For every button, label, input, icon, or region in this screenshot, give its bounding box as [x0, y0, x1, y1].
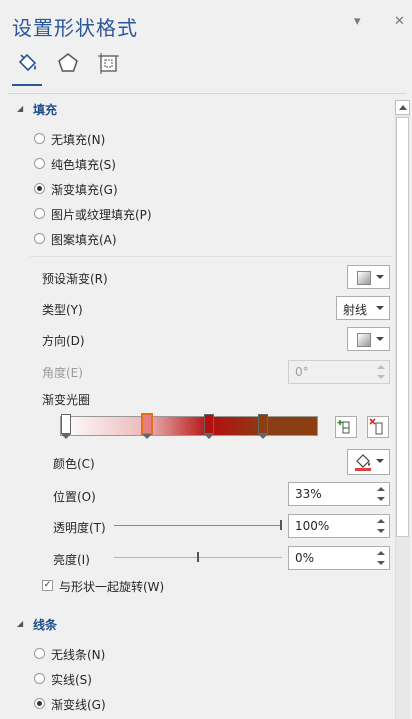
gradient-stop[interactable] [203, 414, 214, 434]
brightness-label: 亮度(I) [53, 553, 90, 567]
line-section-header[interactable]: 线条 [33, 616, 57, 633]
add-stop-icon [337, 420, 350, 434]
checkmark-icon: ✓ [43, 580, 52, 590]
transparency-value: 100% [295, 519, 330, 533]
color-label: 颜色(C) [53, 457, 95, 471]
close-icon[interactable]: ✕ [394, 14, 405, 29]
remove-gradient-stop-button[interactable] [367, 416, 389, 438]
pane-options-icon[interactable]: ▾ [354, 14, 361, 29]
angle-label: 角度(E) [42, 366, 83, 380]
no-fill-label[interactable]: 无填充(N) [51, 131, 105, 148]
header-divider [8, 93, 406, 94]
gradient-fill-label[interactable]: 渐变填充(G) [51, 181, 118, 198]
solid-line-radio[interactable] [34, 673, 45, 684]
options-divider [30, 256, 392, 257]
solid-fill-radio[interactable] [34, 158, 45, 169]
color-picker-button[interactable] [347, 449, 390, 475]
gradient-line-radio[interactable] [34, 698, 45, 709]
gradient-stop-pointer [203, 434, 214, 439]
gradient-fill-radio[interactable] [34, 183, 45, 194]
angle-value: 0° [295, 365, 309, 379]
picture-fill-radio[interactable] [34, 208, 45, 219]
type-label: 类型(Y) [42, 303, 83, 317]
spin-down-icon[interactable] [377, 497, 385, 501]
gradient-stop-pointer [257, 434, 268, 439]
angle-spinner: 0° [288, 360, 390, 384]
preset-gradient-label: 预设渐变(R) [42, 272, 108, 286]
gradient-line-label[interactable]: 渐变线(G) [51, 696, 106, 713]
collapse-triangle-icon[interactable]: ◢ [17, 104, 23, 113]
brightness-value: 0% [295, 551, 315, 565]
brightness-slider-thumb[interactable] [197, 552, 199, 562]
pane-title: 设置形状格式 [12, 16, 138, 40]
gradient-stop[interactable] [142, 414, 153, 434]
gradient-stop[interactable] [257, 414, 268, 434]
collapse-triangle-icon[interactable]: ◢ [17, 619, 23, 628]
spin-down-icon[interactable] [377, 561, 385, 565]
position-label: 位置(O) [53, 490, 96, 504]
no-line-label[interactable]: 无线条(N) [51, 646, 105, 663]
solid-fill-label[interactable]: 纯色填充(S) [51, 156, 116, 173]
spin-up-icon [377, 365, 385, 369]
transparency-slider-track[interactable] [114, 525, 282, 526]
no-fill-radio[interactable] [34, 133, 45, 144]
type-value: 射线 [343, 303, 368, 317]
spin-down-icon [377, 375, 385, 379]
picture-fill-label[interactable]: 图片或纹理填充(P) [51, 206, 152, 223]
spin-up-icon[interactable] [377, 551, 385, 555]
type-dropdown[interactable]: 射线 [336, 296, 390, 320]
rotate-with-shape-checkbox[interactable]: ✓ [42, 580, 53, 591]
spin-down-icon[interactable] [377, 529, 385, 533]
transparency-spinner[interactable]: 100% [288, 514, 390, 538]
scrollbar-thumb[interactable] [396, 117, 409, 537]
chevron-down-icon [376, 275, 384, 279]
spin-up-icon[interactable] [377, 487, 385, 491]
position-spinner[interactable]: 33% [288, 482, 390, 506]
transparency-label: 透明度(T) [53, 521, 106, 535]
chevron-down-icon [376, 459, 384, 463]
preset-gradient-dropdown[interactable] [347, 265, 390, 289]
gradient-stop-pointer [142, 434, 153, 439]
gradient-bar[interactable] [60, 416, 318, 436]
direction-label: 方向(D) [42, 334, 85, 348]
chevron-down-icon [376, 306, 384, 310]
gradient-stops-label: 渐变光圈 [42, 393, 91, 407]
solid-line-label[interactable]: 实线(S) [51, 671, 92, 688]
pentagon-icon[interactable] [55, 50, 81, 76]
layout-properties-icon[interactable] [95, 50, 121, 76]
rotate-with-shape-label[interactable]: 与形状一起旋转(W) [59, 578, 164, 595]
pattern-fill-radio[interactable] [34, 233, 45, 244]
pattern-fill-label[interactable]: 图案填充(A) [51, 231, 117, 248]
gradient-stop-pointer [61, 434, 71, 439]
active-tab-indicator [12, 84, 42, 86]
remove-stop-icon [369, 418, 383, 435]
scroll-up-button[interactable] [395, 100, 410, 115]
direction-swatch-icon [357, 333, 371, 347]
transparency-slider-thumb[interactable] [280, 520, 282, 530]
gradient-stop[interactable] [61, 414, 71, 434]
brightness-spinner[interactable]: 0% [288, 546, 390, 570]
chevron-down-icon [376, 337, 384, 341]
position-value: 33% [295, 487, 322, 501]
fill-section-header[interactable]: 填充 [33, 101, 57, 118]
no-line-radio[interactable] [34, 648, 45, 659]
direction-dropdown[interactable] [347, 327, 390, 351]
paint-bucket-icon[interactable] [14, 50, 40, 76]
paint-bucket-icon [355, 454, 371, 471]
spin-up-icon[interactable] [377, 519, 385, 523]
add-gradient-stop-button[interactable] [335, 416, 357, 438]
gradient-swatch-icon [357, 271, 371, 285]
